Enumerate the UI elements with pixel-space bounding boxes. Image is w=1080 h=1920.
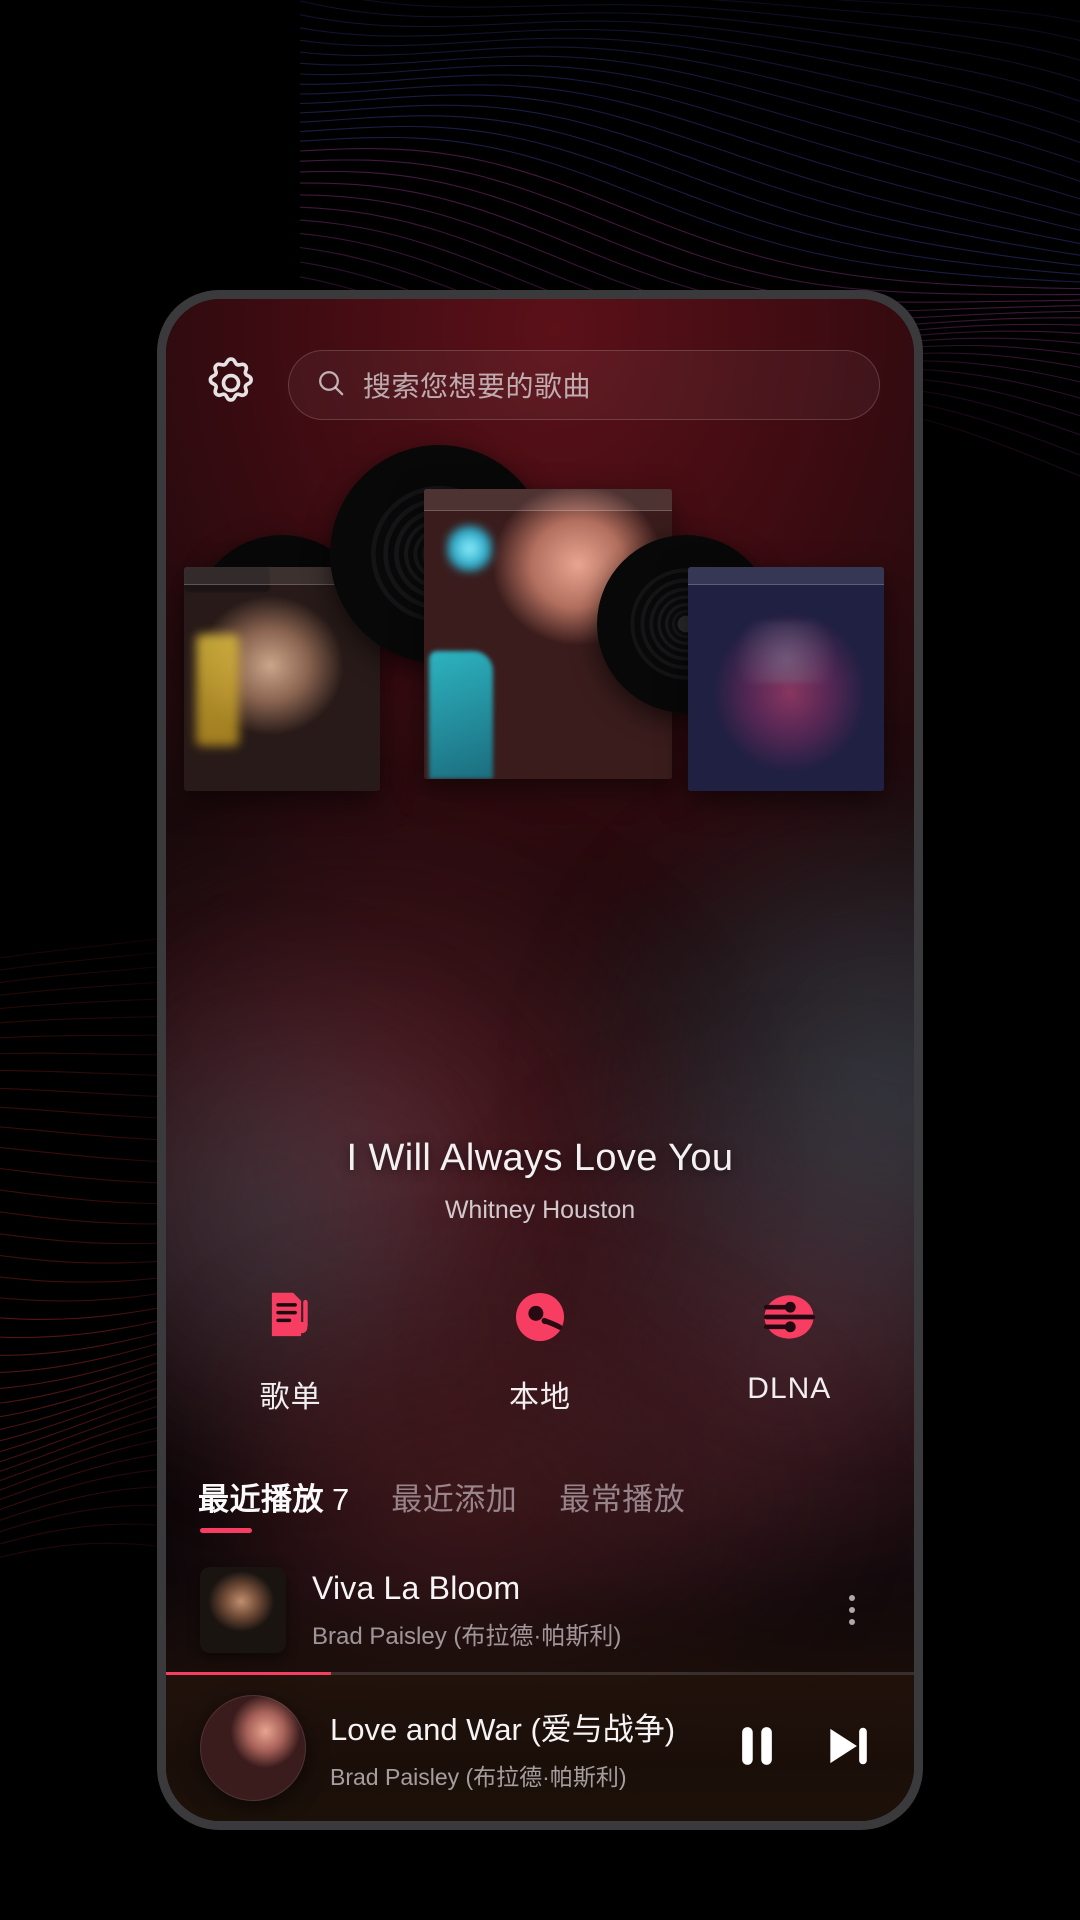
song-list[interactable]: Viva La Bloom Brad Paisley (布拉德·帕斯利) Jos… (166, 1549, 914, 1675)
tab-recently-added-label: 最近添加 (391, 1482, 518, 1517)
now-playing-title: I Will Always Love You (346, 1137, 734, 1179)
album-art-right-image (688, 567, 884, 791)
pause-icon (730, 1719, 784, 1778)
tab-recently-added[interactable]: 最近添加 (391, 1474, 517, 1533)
song-meta: Viva La Bloom Brad Paisley (布拉德·帕斯利) (312, 1570, 798, 1651)
song-thumbnail (200, 1567, 286, 1653)
gear-icon (202, 354, 260, 417)
app-header: 搜索您想要的歌曲 (166, 299, 914, 471)
now-playing-info: I Will Always Love You Whitney Houston (166, 1137, 914, 1225)
mini-player-controls (730, 1719, 880, 1778)
dlna-network-icon (758, 1284, 820, 1350)
phone-frame: 搜索您想要的歌曲 I Will Always Love You Whitney … (157, 290, 923, 1830)
table-row[interactable]: Viva La Bloom Brad Paisley (布拉德·帕斯利) (166, 1549, 914, 1671)
song-more-icon[interactable] (824, 1582, 880, 1638)
tab-recently-played-count: 7 (332, 1482, 350, 1517)
vinyl-record-icon (509, 1284, 571, 1350)
settings-button[interactable] (200, 354, 262, 416)
search-input[interactable]: 搜索您想要的歌曲 (288, 350, 880, 420)
mini-player-title: Love and War (爱与战争) (330, 1712, 676, 1747)
category-playlist[interactable]: 歌单 (166, 1284, 415, 1416)
next-track-icon (820, 1719, 874, 1778)
category-dlna[interactable]: DLNA (665, 1284, 914, 1406)
category-shortcuts: 歌单 本地 DLNA (166, 1284, 914, 1464)
tab-recently-played[interactable]: 最近播放 7 (198, 1474, 349, 1533)
mini-player-artwork[interactable] (200, 1695, 306, 1801)
sleeve-lip-center (424, 489, 672, 511)
album-cover-right[interactable] (688, 567, 884, 791)
search-icon (315, 367, 347, 404)
tab-recently-played-label: 最近播放 (198, 1482, 324, 1517)
next-track-button[interactable] (820, 1719, 874, 1778)
sleeve-lip-right (688, 567, 884, 585)
song-artist: Brad Paisley (布拉德·帕斯利) (312, 1622, 622, 1650)
mini-player-meta: Love and War (爱与战争) Brad Paisley (布拉德·帕斯… (330, 1704, 706, 1792)
album-carousel[interactable] (166, 445, 914, 797)
pause-button[interactable] (730, 1719, 784, 1778)
category-playlist-label: 歌单 (259, 1381, 322, 1414)
mini-player-bar[interactable]: Love and War (爱与战争) Brad Paisley (布拉德·帕斯… (166, 1675, 914, 1821)
category-local[interactable]: 本地 (415, 1284, 664, 1416)
search-placeholder-text: 搜索您想要的歌曲 (363, 371, 592, 402)
playlist-note-icon (260, 1284, 322, 1350)
now-playing-artist: Whitney Houston (444, 1196, 636, 1224)
mini-player-artist: Brad Paisley (布拉德·帕斯利) (330, 1764, 627, 1790)
category-local-label: 本地 (508, 1381, 571, 1414)
category-dlna-label: DLNA (747, 1372, 832, 1405)
phone-screen: 搜索您想要的歌曲 I Will Always Love You Whitney … (166, 299, 914, 1821)
tab-most-played-label: 最常播放 (559, 1482, 686, 1517)
library-tabs: 最近播放 7 最近添加 最常播放 (198, 1474, 882, 1536)
tab-most-played[interactable]: 最常播放 (559, 1474, 685, 1533)
song-title: Viva La Bloom (312, 1569, 521, 1606)
